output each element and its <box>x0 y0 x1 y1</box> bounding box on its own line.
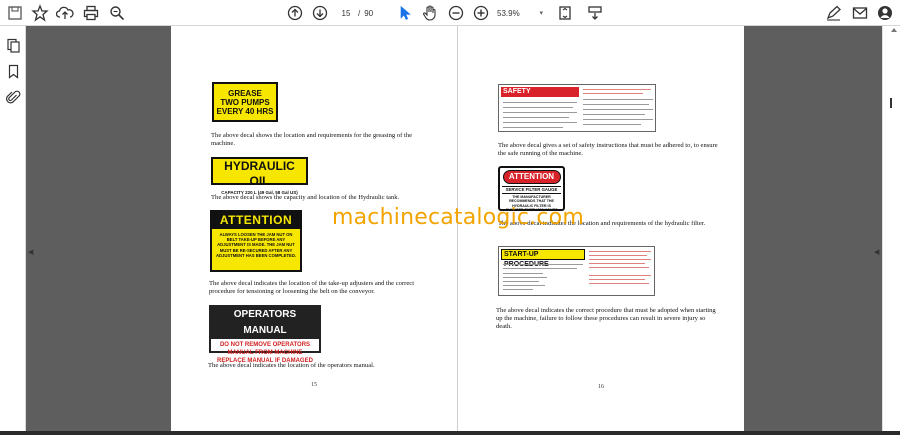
decal-grease-line-2: TWO PUMPS <box>220 97 270 107</box>
page-number-16: 16 <box>598 384 604 390</box>
decal-safety-title: SAFETY INSTRUCTIONS <box>501 87 579 105</box>
caption-attention: The above decal indicates the location o… <box>209 280 415 295</box>
bookmark-star-icon[interactable] <box>30 3 50 23</box>
decal-startup-title: START-UP PROCEDURE <box>501 249 585 268</box>
caption-hydraulic: The above decal shows the capacity and l… <box>211 194 400 201</box>
page-up-icon[interactable] <box>285 3 305 23</box>
decal-filter-sub: SERVICE FILTER GAUGE <box>502 186 561 194</box>
decal-manual-line-2: MANUAL FROM MACHINE <box>227 350 303 356</box>
account-icon[interactable] <box>875 3 895 23</box>
decal-attention-body: ALWAYS LOOSEN THE JAM NUT ON BELT TAKE-U… <box>215 232 297 258</box>
upload-icon[interactable] <box>55 3 75 23</box>
page-fit-icon[interactable] <box>555 3 575 23</box>
decal-operators-manual: OPERATORS MANUAL DO NOT REMOVE OPERATORS… <box>209 305 321 364</box>
decal-hydraulic-oil: HYDRAULIC OIL CAPACITY 220 L (49 Gal, 58… <box>211 157 308 195</box>
decal-grease-line-1: GREASE <box>228 88 262 98</box>
decal-hydraulic-title: HYDRAULIC OIL <box>224 159 295 188</box>
decal-grease: GREASE TWO PUMPS EVERY 40 HRS <box>212 82 278 122</box>
decal-attention-title: ATTENTION <box>212 212 300 229</box>
decal-filter-title: ATTENTION <box>502 170 561 184</box>
caption-grease: The above decal shows the location and r… <box>211 132 413 147</box>
scrollbar-thumb[interactable] <box>890 98 892 108</box>
select-cursor-icon[interactable] <box>395 3 415 23</box>
page-separator: / <box>358 8 361 18</box>
page-navigator: 15 / 90 <box>338 5 374 21</box>
decal-manual-line-1: DO NOT REMOVE OPERATORS <box>219 342 311 348</box>
page-number-15: 15 <box>311 382 317 388</box>
decal-attention-jam-nut: ATTENTION ALWAYS LOOSEN THE JAM NUT ON B… <box>210 210 302 272</box>
caption-safety: The above decal gives a set of safety in… <box>498 142 718 157</box>
zoom-value: 53.9% <box>497 8 520 18</box>
collapse-right-arrow-icon[interactable]: ◀ <box>874 248 879 256</box>
collapse-left-arrow-icon[interactable]: ◀ <box>28 248 33 256</box>
zoom-select[interactable]: 53.9% ▾ <box>497 5 543 21</box>
decal-manual-title: OPERATORS MANUAL <box>211 307 319 339</box>
watermark-text: machinecatalogic.com <box>332 205 584 230</box>
print-icon[interactable] <box>81 3 101 23</box>
bottom-edge <box>0 431 900 435</box>
zoom-dropdown-caret: ▾ <box>539 10 543 17</box>
bookmarks-icon[interactable] <box>4 62 22 80</box>
zoom-search-icon[interactable] <box>107 3 127 23</box>
scroll-up-arrow-icon[interactable] <box>891 28 897 32</box>
hand-tool-icon[interactable] <box>420 3 440 23</box>
zoom-in-icon[interactable] <box>471 3 491 23</box>
caption-startup: The above decal indicates the correct pr… <box>496 307 716 330</box>
pages-panel-icon[interactable] <box>4 36 22 54</box>
total-pages: 90 <box>364 8 374 18</box>
page-down-icon[interactable] <box>310 3 330 23</box>
right-rail <box>882 26 900 431</box>
current-page-input[interactable]: 15 <box>338 9 354 18</box>
scroll-mode-icon[interactable] <box>585 3 605 23</box>
decal-safety-instructions: SAFETY INSTRUCTIONS <box>498 84 656 132</box>
top-toolbar: 15 / 90 53.9% ▾ <box>0 0 900 26</box>
left-sidebar <box>0 26 26 435</box>
attachments-icon[interactable] <box>4 88 22 106</box>
decal-startup-procedure: START-UP PROCEDURE <box>498 246 655 296</box>
sign-icon[interactable] <box>824 3 844 23</box>
save-icon[interactable] <box>5 3 25 23</box>
decal-grease-line-3: EVERY 40 HRS <box>216 106 274 116</box>
caption-manual: The above decal indicates the location o… <box>208 362 375 369</box>
zoom-out-icon[interactable] <box>446 3 466 23</box>
mail-icon[interactable] <box>850 3 870 23</box>
